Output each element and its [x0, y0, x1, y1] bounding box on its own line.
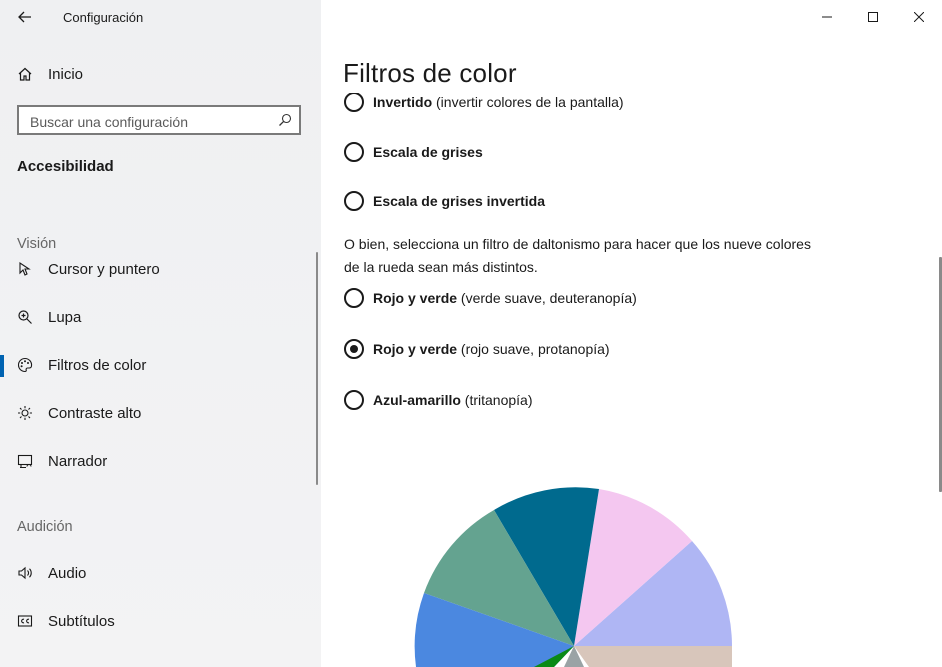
radio-button[interactable] [344, 142, 364, 162]
search-icon[interactable] [278, 113, 292, 132]
title-bar: Configuración [0, 0, 321, 34]
sidebar-item-label: Cursor y puntero [48, 260, 160, 278]
radio-label: Invertido (invertir colores de la pantal… [373, 94, 624, 110]
filter-grayscale-inverted-radio[interactable]: Escala de grises invertida [344, 190, 545, 212]
radio-label: Escala de grises [373, 144, 483, 160]
filter-detail: (tritanopía) [464, 392, 533, 408]
nav-home[interactable]: Inicio [0, 52, 321, 96]
search-box [17, 105, 301, 135]
sidebar-item-magnifier[interactable]: Lupa [0, 295, 321, 339]
palette-icon [16, 356, 34, 374]
main-pane: Filtros de color Invertido (invertir col… [321, 0, 942, 667]
speaker-icon [16, 564, 34, 582]
cursor-pointer-icon [16, 260, 34, 278]
filter-deuteranopia-radio[interactable]: Rojo y verde (verde suave, deuteranopía) [344, 287, 637, 309]
radio-label: Azul-amarillo (tritanopía) [373, 392, 533, 408]
sidebar-item-high-contrast[interactable]: Contraste alto [0, 391, 321, 435]
narrator-icon [16, 452, 34, 470]
brightness-icon [16, 404, 34, 422]
magnifier-icon [16, 308, 34, 326]
sidebar-item-label: Narrador [48, 452, 108, 470]
radio-label: Rojo y verde (rojo suave, protanopía) [373, 341, 610, 357]
radio-button[interactable] [344, 288, 364, 308]
minimize-icon [822, 16, 832, 18]
filter-protanopia-radio[interactable]: Rojo y verde (rojo suave, protanopía) [344, 338, 610, 360]
filter-name: Rojo y verde [373, 290, 458, 306]
maximize-icon [868, 12, 878, 22]
sidebar-scrollbar[interactable] [316, 252, 318, 485]
filter-detail: (invertir colores de la pantalla) [436, 94, 624, 110]
filter-inverted-radio[interactable]: Invertido (invertir colores de la pantal… [344, 93, 624, 113]
back-button[interactable] [7, 4, 43, 30]
filter-detail: (rojo suave, protanopía) [460, 341, 610, 357]
close-button[interactable] [896, 0, 942, 34]
filter-name: Escala de grises [373, 144, 483, 160]
sidebar-item-label: Lupa [48, 308, 82, 326]
sidebar-item-narrator[interactable]: Narrador [0, 439, 321, 483]
sidebar-item-cursor[interactable]: Cursor y puntero [0, 254, 321, 291]
sidebar-item-color-filters[interactable]: Filtros de color [0, 343, 321, 387]
closed-captions-icon [16, 612, 34, 630]
color-wheel [414, 487, 732, 667]
radio-label: Escala de grises invertida [373, 193, 545, 209]
filter-name: Rojo y verde [373, 341, 458, 357]
home-icon [16, 65, 34, 83]
colorblind-description: O bien, selecciona un filtro de daltonis… [344, 236, 811, 275]
page-title: Filtros de color [343, 58, 517, 88]
radio-button-checked[interactable] [344, 339, 364, 359]
search-input[interactable] [28, 111, 282, 133]
radio-button[interactable] [344, 390, 364, 410]
sidebar-item-audio[interactable]: Audio [0, 551, 321, 595]
sidebar-item-captions[interactable]: Subtítulos [0, 599, 321, 643]
back-arrow-icon [18, 11, 31, 23]
radio-label: Rojo y verde (verde suave, deuteranopía) [373, 290, 637, 306]
nav-home-label: Inicio [48, 65, 84, 83]
sidebar-item-label: Audio [48, 564, 87, 582]
sidebar: Configuración Inicio Accesibilidad Visió… [0, 0, 321, 667]
section-title: Accesibilidad [17, 158, 114, 175]
filter-grayscale-radio[interactable]: Escala de grises [344, 141, 483, 163]
group-label-hearing: Audición [17, 519, 73, 535]
sidebar-item-label: Contraste alto [48, 404, 142, 422]
filter-detail: (verde suave, deuteranopía) [460, 290, 637, 306]
wheel-segment [574, 646, 732, 667]
filter-name: Invertido [373, 94, 433, 110]
group-label-vision: Visión [17, 236, 57, 252]
radio-button[interactable] [344, 93, 364, 112]
filter-name: Azul-amarillo [373, 392, 461, 408]
sidebar-item-label: Subtítulos [48, 612, 115, 630]
radio-button[interactable] [344, 191, 364, 211]
filter-name: Escala de grises invertida [373, 193, 545, 209]
maximize-button[interactable] [850, 0, 896, 34]
sidebar-item-label: Filtros de color [48, 356, 147, 374]
close-icon [914, 12, 924, 22]
vision-list: Cursor y puntero Lupa Filtros de color C… [0, 254, 321, 667]
filter-tritanopia-radio[interactable]: Azul-amarillo (tritanopía) [344, 389, 533, 411]
minimize-button[interactable] [804, 0, 850, 34]
app-title: Configuración [63, 10, 144, 25]
